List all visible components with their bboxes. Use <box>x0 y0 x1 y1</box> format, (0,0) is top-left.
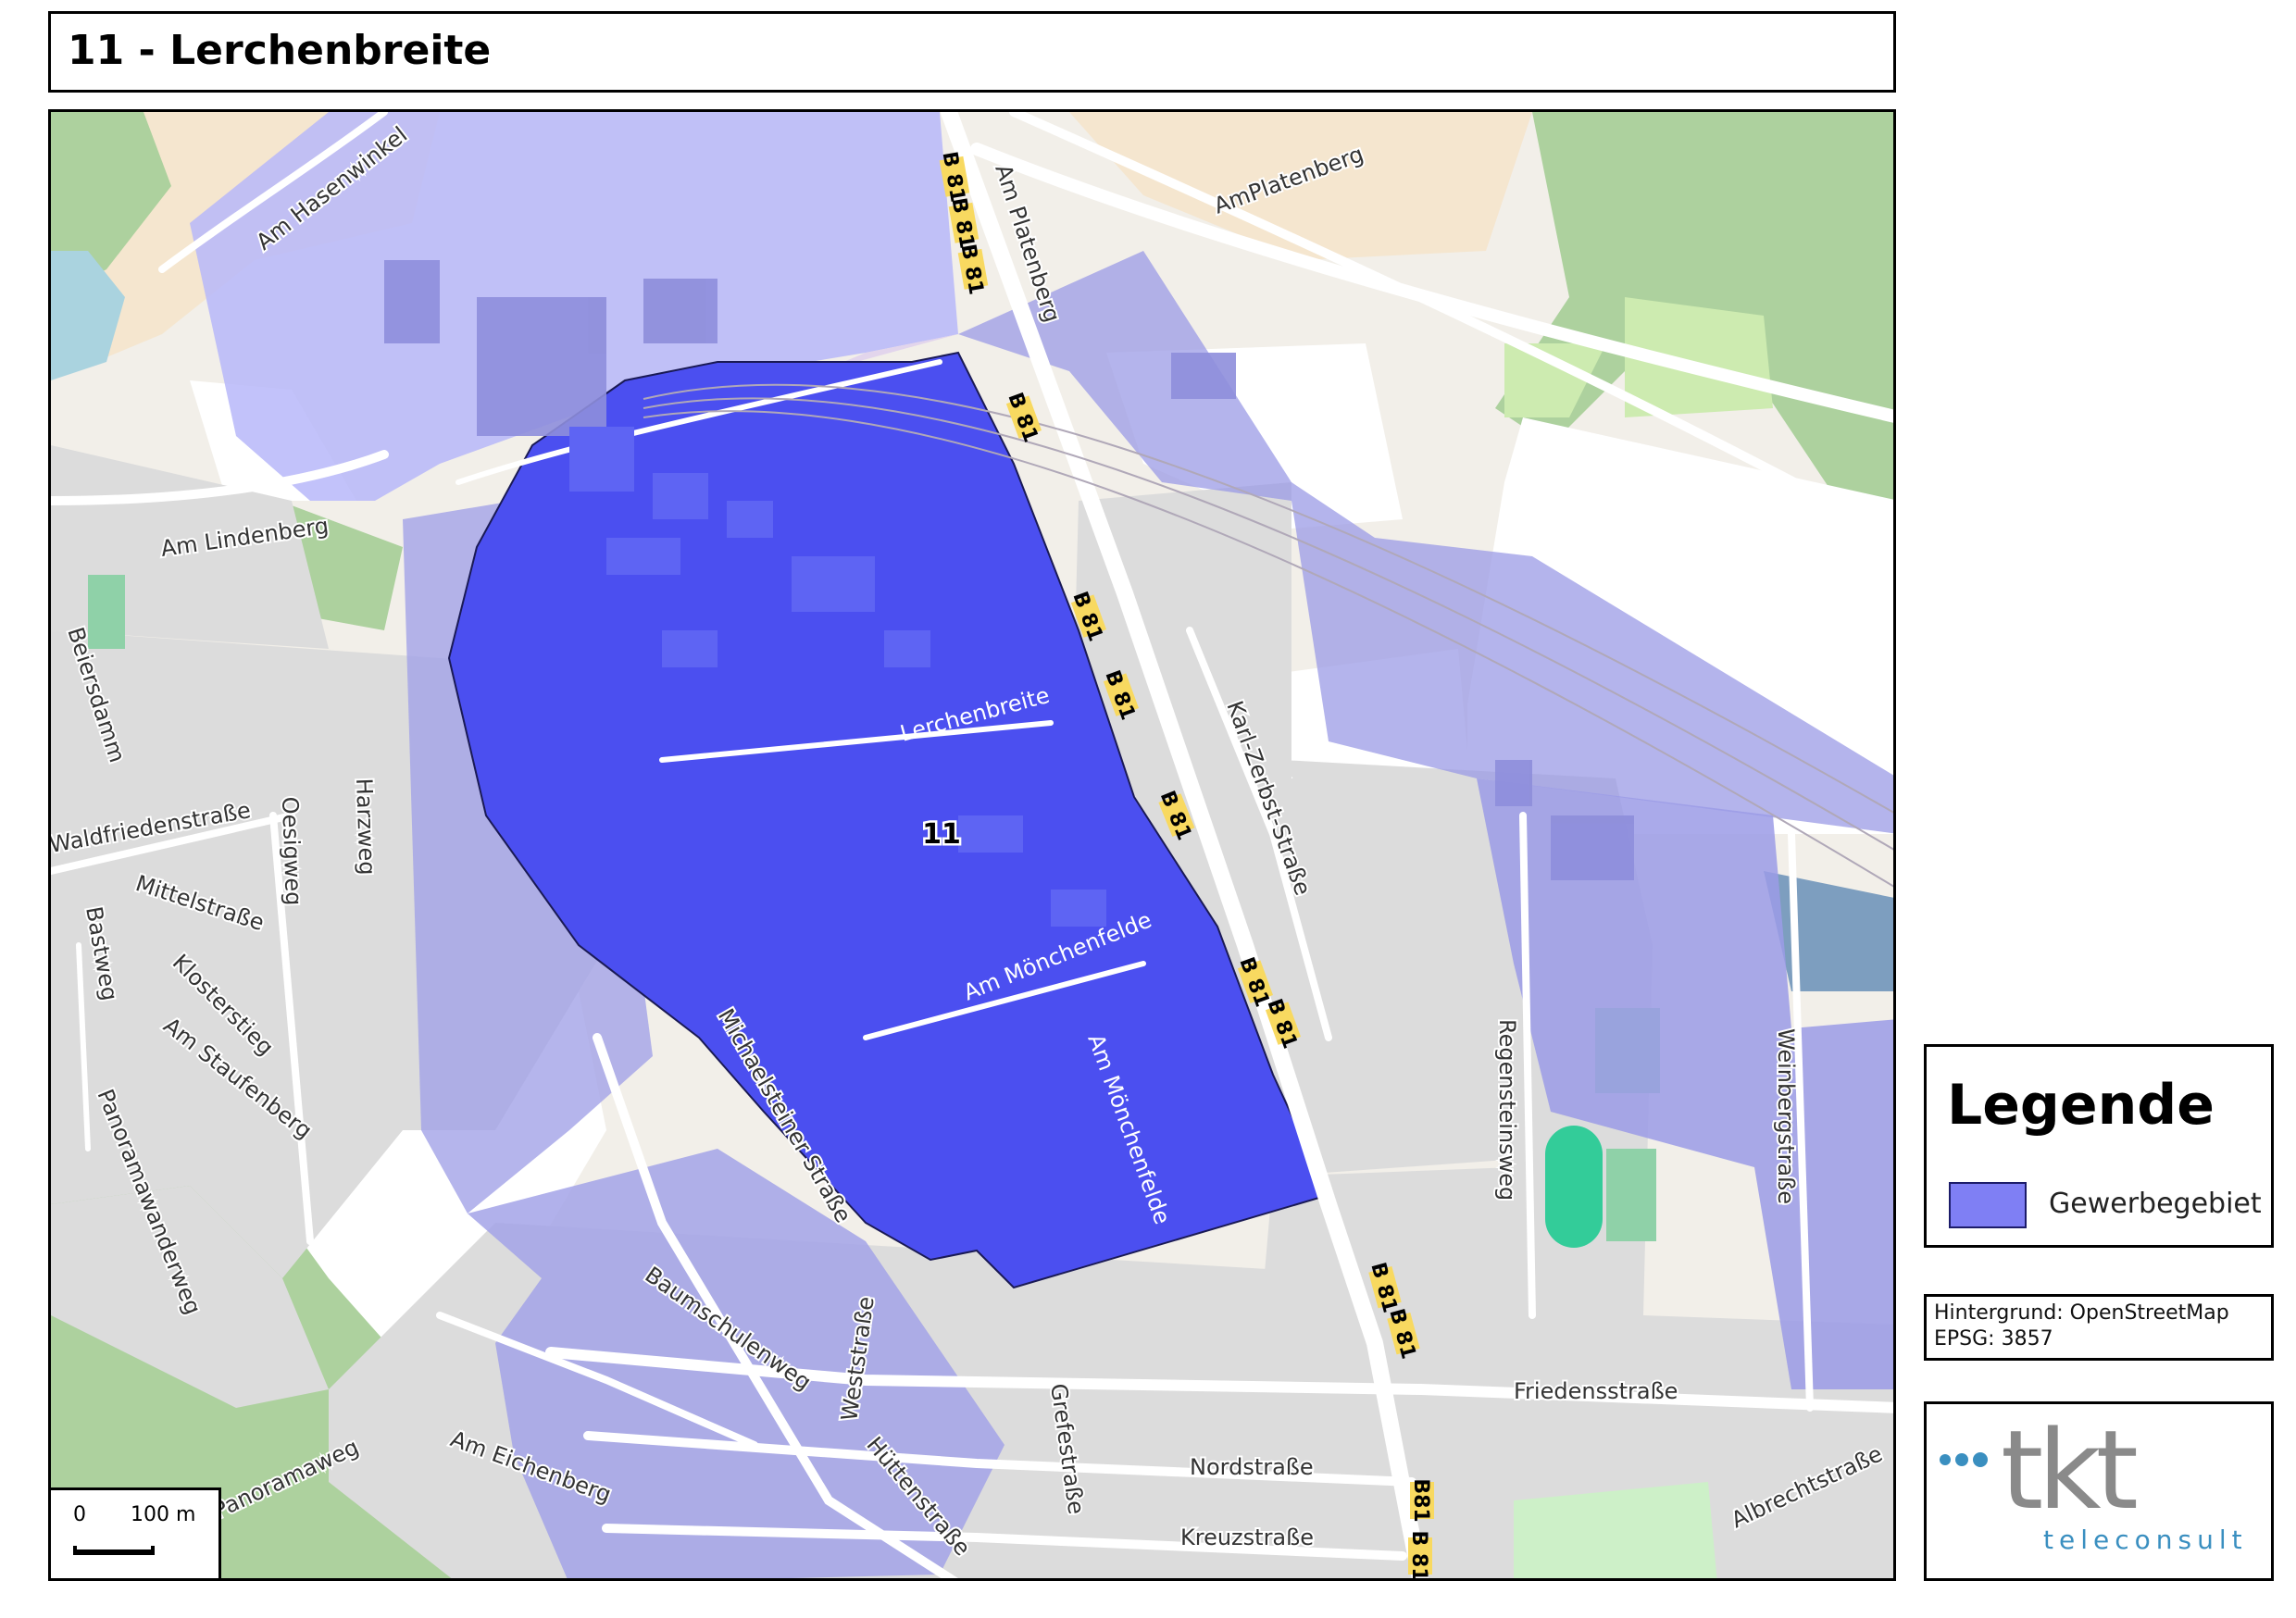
scale-bar-box: 0 100 m <box>51 1487 221 1578</box>
street-label: Oesigweg <box>277 796 306 906</box>
logo-wordmark: tkt <box>2001 1406 2137 1534</box>
legend-box: Legende Gewerbegebiet <box>1924 1044 2274 1248</box>
scale-bar-fill <box>73 1550 155 1555</box>
map-title: 11 - Lerchenbreite <box>68 27 492 74</box>
area-number-label: 11 <box>922 818 961 851</box>
legend-swatch-gewerbegebiet <box>1949 1182 2027 1228</box>
epsg-text: EPSG: 3857 <box>1934 1327 2053 1350</box>
sports-field <box>88 575 125 649</box>
source-box: Hintergrund: OpenStreetMap EPSG: 3857 <box>1924 1294 2274 1361</box>
legend-label-gewerbegebiet: Gewerbegebiet <box>2049 1188 2262 1220</box>
legend-title: Legende <box>1947 1073 2215 1138</box>
tkt-logo: tkt <box>1940 1406 2142 1534</box>
logo-dots-icon <box>1940 1452 1988 1467</box>
road-shield: B81 <box>1409 1478 1432 1522</box>
running-track <box>1545 1126 1603 1248</box>
street-label: Kreuzstraße <box>1180 1525 1314 1550</box>
background-source-text: Hintergrund: OpenStreetMap <box>1934 1301 2229 1325</box>
map-canvas[interactable]: B 81 B 81 B 81 B 81 B 81 B 81 B 81 B 81 … <box>51 112 1896 1581</box>
street-label: Harzweg <box>351 778 381 876</box>
scale-length-label: 100 m <box>131 1503 196 1526</box>
street-label: Nordstraße <box>1190 1454 1314 1480</box>
logo-subtitle: teleconsult <box>2043 1525 2248 1555</box>
logo-box: tkt teleconsult <box>1924 1401 2274 1581</box>
scale-zero-label: 0 <box>73 1503 86 1526</box>
street-label: Weinbergstraße <box>1773 1028 1799 1204</box>
map-frame[interactable]: B 81 B 81 B 81 B 81 B 81 B 81 B 81 B 81 … <box>48 109 1896 1581</box>
sports-field <box>1606 1149 1656 1241</box>
street-label: Friedensstraße <box>1514 1378 1678 1404</box>
street-label: Regensteinsweg <box>1494 1019 1520 1201</box>
road-shield: B 81 <box>1407 1530 1430 1581</box>
title-box: 11 - Lerchenbreite <box>48 11 1896 93</box>
